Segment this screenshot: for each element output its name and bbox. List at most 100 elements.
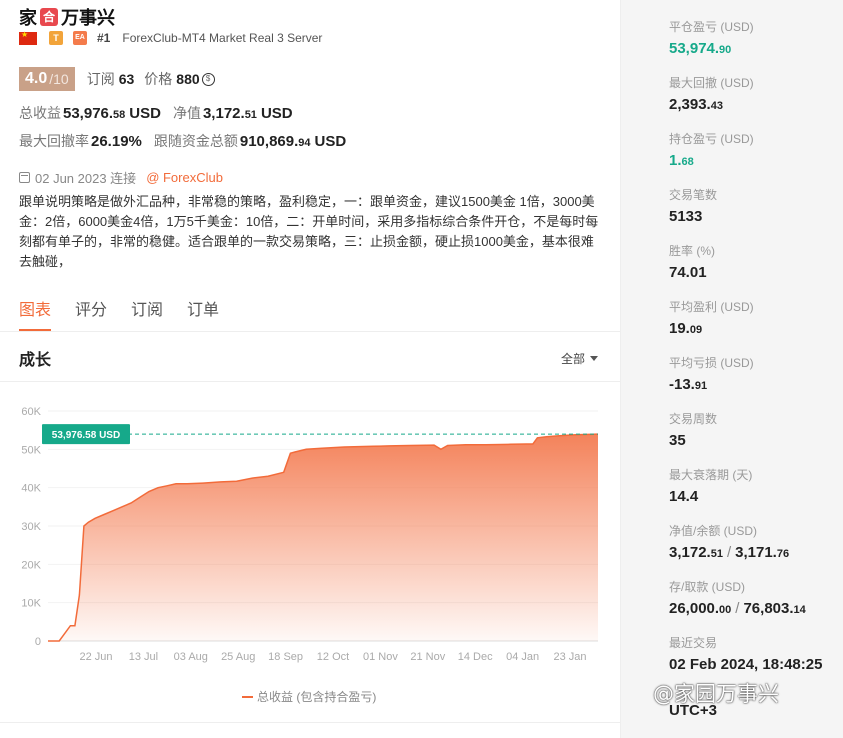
deposit-withdraw-stat: 存/取款 (USD) 26,000.00/76,803.14	[669, 578, 843, 634]
growth-title: 成长	[19, 352, 52, 369]
x-tick-label: 21 Nov	[410, 651, 445, 663]
side-stat-label: 平仓盈亏 (USD)	[669, 20, 754, 34]
equity-label: 净值	[172, 105, 201, 121]
side-stat-cents: 68	[681, 156, 694, 168]
rank-label: #1	[97, 31, 111, 45]
x-tick-label: 04 Jan	[506, 651, 539, 663]
tab-subscriptions[interactable]: 订阅	[131, 296, 163, 331]
equity-currency: USD	[260, 105, 293, 122]
chart-legend[interactable]: 总收益 (包含持合盈亏)	[242, 688, 376, 705]
side-stat-amount: 74.01	[669, 264, 707, 281]
x-tick-label: 25 Aug	[221, 651, 255, 663]
title-logo-icon: 合	[40, 8, 58, 26]
title-suffix: 万事兴	[61, 8, 115, 28]
y-tick-label: 30K	[21, 521, 41, 533]
tabs-divider	[0, 331, 620, 332]
y-tick-label: 20K	[21, 559, 41, 571]
watermark-text: @家园万事兴	[653, 682, 779, 706]
range-filter-dropdown[interactable]: 全部	[561, 350, 599, 367]
growth-divider	[0, 381, 620, 382]
follow-funds-currency: USD	[314, 133, 347, 150]
side-stat-label: 交易笔数	[669, 188, 718, 202]
side-stat-value: -13.91	[669, 376, 843, 393]
china-flag-icon	[19, 30, 37, 45]
y-tick-label: 60K	[21, 406, 41, 418]
side-stat: 最大回撤 (USD) 2,393.43	[669, 74, 843, 130]
withdraw-amount-cents: 14	[793, 604, 806, 616]
side-stat-label: 持仓盈亏 (USD)	[669, 132, 754, 146]
price-value: 880	[176, 71, 200, 87]
subscriptions-value: 63	[118, 71, 135, 87]
side-stat-value: 1.68	[669, 152, 843, 169]
stats-sidebar: 平仓盈亏 (USD) 53,974.90 最大回撤 (USD) 2,393.43 持仓盈…	[620, 0, 843, 738]
side-stat: 最大衰落期 (天) 14.4	[669, 466, 843, 522]
rating-badge: 4.0 /10	[19, 67, 75, 91]
equity-balance-label: 净值/余额 (USD)	[669, 524, 757, 538]
deposit-amount: 26,000.	[669, 600, 720, 617]
side-stat: 持仓盈亏 (USD) 1.68	[669, 130, 843, 186]
side-stat-cents: 43	[710, 100, 723, 112]
equity-amount: 3,172.	[669, 544, 711, 561]
total-profit-currency: USD	[129, 105, 161, 122]
side-stat-amount: 14.4	[669, 488, 699, 505]
side-stat-value: 2,393.43	[669, 96, 843, 113]
broker-link[interactable]: @ ForexClub	[146, 170, 223, 185]
title-prefix: 家	[19, 8, 37, 28]
caret-down-icon	[590, 356, 599, 361]
server-name: ForexClub-MT4 Market Real 3 Server	[122, 31, 323, 45]
side-stat: 交易周数 35	[669, 410, 843, 466]
last-trade-value: 02 Feb 2024, 18:48:25	[669, 656, 823, 673]
tab-chart[interactable]: 图表	[19, 296, 52, 331]
side-stat-amount: 35	[669, 432, 686, 449]
y-tick-label: 0	[35, 636, 41, 648]
x-tick-label: 01 Nov	[363, 651, 398, 663]
equity-amount-cents: 51	[710, 548, 723, 560]
x-tick-label: 13 Jul	[129, 651, 158, 663]
side-stat: 平均盈利 (USD) 19.09	[669, 298, 843, 354]
side-stat: 平仓盈亏 (USD) 53,974.90	[669, 18, 843, 74]
growth-area-chart: 0 10K 20K 30K 40K 50K 60K 22 Jun 13 Jul 03 Aug 25…	[21, 406, 599, 663]
connection-date: 02 Jun 2023 连接	[35, 171, 137, 186]
side-stat-amount: 19.	[669, 320, 690, 337]
side-stat-label: 胜率 (%)	[669, 244, 715, 258]
side-stat-label: 最大衰落期 (天)	[669, 468, 753, 482]
rating-scale: /10	[49, 71, 69, 87]
profit-row: 总收益 53,976. 58 USD 净值 3,172. 51 USD	[19, 103, 305, 123]
side-stat-amount: 2,393.	[669, 96, 711, 113]
max-drawdown-label: 最大回撤率	[19, 133, 89, 149]
y-tick-label: 40K	[21, 483, 41, 495]
legend-swatch	[242, 695, 253, 698]
deposit-amount-cents: 00	[719, 604, 732, 616]
x-tick-label: 12 Oct	[317, 651, 349, 663]
y-tick-label: 10K	[21, 598, 41, 610]
side-stat-label: 平均亏损 (USD)	[669, 356, 754, 370]
balance-amount-cents: 76	[776, 548, 790, 560]
side-stat-value: 19.09	[669, 320, 843, 337]
ea-badge-icon: EA	[73, 31, 87, 45]
total-profit-label: 总收益	[19, 105, 61, 121]
tab-orders[interactable]: 订单	[187, 296, 219, 331]
equity-value: 3,172.	[202, 105, 245, 122]
strategy-main-panel: 家 合 万事兴 T EA #1 ForexClub-MT4 Market Rea…	[0, 0, 620, 738]
deposit-withdraw-value: 26,000.00/76,803.14	[669, 600, 843, 617]
side-stat: 交易笔数 5133	[669, 186, 843, 242]
tab-rating[interactable]: 评分	[75, 296, 107, 331]
withdraw-amount: 76,803.	[743, 600, 794, 617]
follow-funds-cents: 94	[298, 137, 311, 149]
side-stat-value: 5133	[669, 208, 843, 225]
deposit-withdraw-label: 存/取款 (USD)	[669, 580, 745, 594]
x-tick-label: 22 Jun	[79, 651, 112, 663]
side-stat-value: 35	[669, 432, 843, 449]
range-filter-label: 全部	[561, 352, 586, 366]
side-stat: 平均亏损 (USD) -13.91	[669, 354, 843, 410]
legend-label: 总收益 (包含持合盈亏)	[257, 690, 377, 704]
growth-area	[48, 434, 598, 641]
follow-funds-value: 910,869.	[239, 133, 299, 150]
equity-balance-value: 3,172.51/3,171.76	[669, 544, 843, 561]
chart-bottom-divider	[0, 722, 620, 723]
meta-row: T EA #1 ForexClub-MT4 Market Real 3 Serv…	[19, 30, 323, 45]
last-trade-label: 最近交易	[669, 636, 718, 650]
connection-row: 02 Jun 2023 连接 @ ForexClub	[19, 168, 223, 187]
x-tick-label: 18 Sep	[268, 651, 303, 663]
slash-separator: /	[735, 600, 740, 617]
